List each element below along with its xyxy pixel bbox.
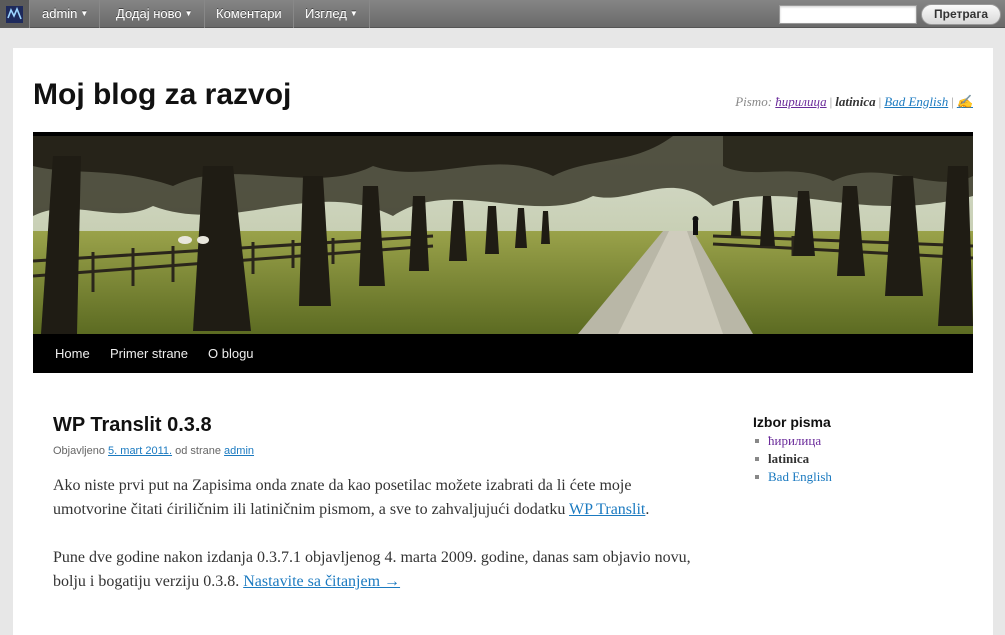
list-item: ћирилица bbox=[753, 432, 832, 450]
script-link-bad-english[interactable]: Bad English bbox=[884, 94, 948, 109]
header-image bbox=[33, 132, 973, 334]
script-label: Pismo: bbox=[735, 94, 773, 109]
post-title[interactable]: WP Translit 0.3.8 bbox=[53, 414, 212, 437]
separator: | bbox=[829, 94, 833, 109]
adminbar-user-menu[interactable]: admin ▼ bbox=[31, 0, 101, 28]
script-current-latin: latinica bbox=[835, 94, 876, 109]
adminbar-add-new-label: Додај ново bbox=[116, 6, 182, 21]
page-container: Moj blog za razvoj Pismo: ћирилица | latin… bbox=[13, 48, 993, 635]
script-link-cyrillic[interactable]: ћирилица bbox=[775, 94, 826, 109]
nav-item-sample-page[interactable]: Primer strane bbox=[110, 334, 188, 373]
separator: | bbox=[878, 94, 882, 109]
adminbar-search-button[interactable]: Претрага bbox=[921, 4, 1001, 25]
post-paragraph: Ako niste prvi put na Zapisima onda znat… bbox=[53, 474, 703, 522]
script-link-edit-icon[interactable]: ✍ bbox=[957, 94, 973, 109]
adminbar-appearance-menu[interactable]: Изглед ▼ bbox=[294, 0, 370, 28]
post-paragraph: Pune dve godine nakon izdanja 0.3.7.1 ob… bbox=[53, 546, 703, 594]
meta-by: od strane bbox=[175, 445, 221, 457]
post-content: Ako niste prvi put na Zapisima onda znat… bbox=[53, 474, 703, 618]
post-author-link[interactable]: admin bbox=[224, 445, 254, 457]
widget-link-cyrillic[interactable]: ћирилица bbox=[768, 433, 821, 448]
caret-down-icon: ▼ bbox=[184, 9, 193, 18]
adminbar-search-input[interactable] bbox=[779, 5, 917, 24]
adminbar-appearance-label: Изглед bbox=[305, 6, 347, 21]
script-switcher: Pismo: ћирилица | latinica | Bad English | ✍ bbox=[735, 94, 973, 110]
paragraph-text: Ako niste prvi put na Zapisima onda znat… bbox=[53, 477, 632, 518]
admin-bar: admin ▼ Додај ново ▼ Коментари Изглед ▼ Пре… bbox=[0, 0, 1005, 28]
caret-down-icon: ▼ bbox=[349, 9, 358, 18]
wordpress-logo-icon[interactable] bbox=[0, 0, 30, 28]
widget-link-bad-english[interactable]: Bad English bbox=[768, 469, 832, 484]
post-date-link[interactable]: 5. mart 2011. bbox=[108, 445, 172, 457]
post-meta: Objavljeno 5. mart 2011. od strane admin bbox=[53, 445, 254, 457]
list-item: latinica bbox=[753, 450, 832, 468]
nav-item-about[interactable]: O blogu bbox=[208, 334, 254, 373]
meta-prefix: Objavljeno bbox=[53, 445, 105, 457]
read-more-link[interactable]: Nastavite sa čitanjem → bbox=[243, 573, 400, 590]
adminbar-user-label: admin bbox=[42, 6, 78, 21]
wp-translit-link[interactable]: WP Translit bbox=[569, 501, 645, 518]
widget-current-latin: latinica bbox=[768, 451, 810, 466]
list-item: Bad English bbox=[753, 468, 832, 486]
paragraph-end: . bbox=[645, 501, 650, 518]
script-widget-list: ћирилица latinica Bad English bbox=[753, 432, 832, 486]
adminbar-comments-label: Коментари bbox=[216, 6, 282, 21]
adminbar-comments[interactable]: Коментари bbox=[205, 0, 294, 28]
widget-title: Izbor pisma bbox=[753, 414, 831, 430]
site-title[interactable]: Moj blog za razvoj bbox=[33, 78, 291, 112]
main-navigation: Home Primer strane O blogu bbox=[33, 334, 973, 373]
nav-item-home[interactable]: Home bbox=[55, 334, 90, 373]
separator: | bbox=[951, 94, 954, 109]
caret-down-icon: ▼ bbox=[80, 9, 89, 18]
adminbar-add-new-menu[interactable]: Додај ново ▼ bbox=[105, 0, 205, 28]
